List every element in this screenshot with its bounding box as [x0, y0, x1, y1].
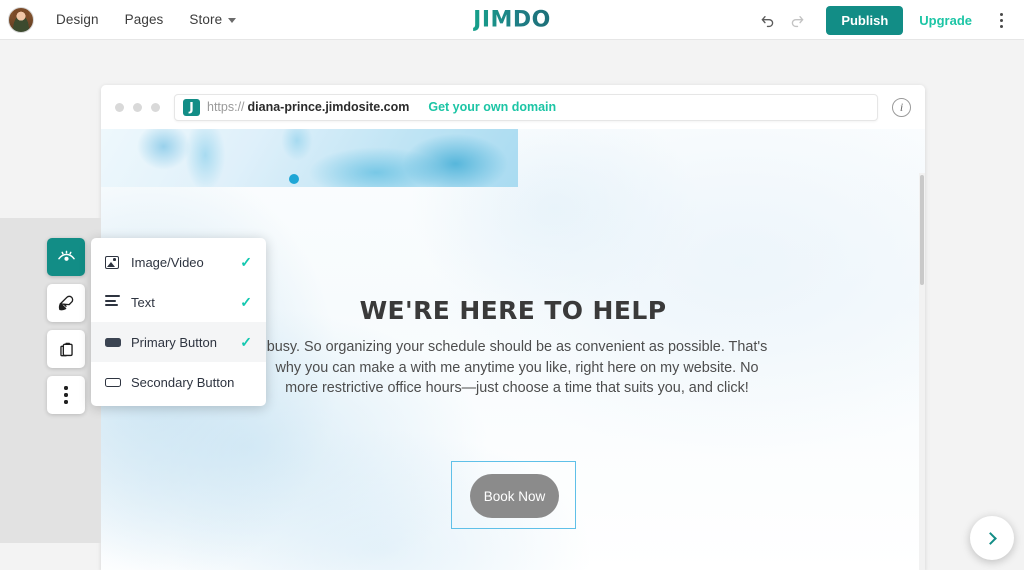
toolbar-button-more[interactable]	[47, 376, 85, 414]
dropdown-item-image-video-label: Image/Video	[131, 254, 204, 270]
dropdown-item-primary-button[interactable]: Primary Button ✓	[91, 322, 266, 362]
nav-item-store[interactable]: Store	[189, 12, 237, 27]
outlined-button-icon	[105, 377, 125, 387]
dropdown-item-image-video[interactable]: Image/Video ✓	[91, 242, 266, 282]
next-step-button[interactable]	[970, 516, 1014, 560]
jimdo-favicon-icon: J	[183, 98, 200, 116]
jimdo-editor-window: Design Pages Store JIMDO Publish Upgrade…	[0, 0, 1024, 570]
nav-item-design[interactable]: Design	[56, 12, 99, 27]
chevron-down-icon	[228, 18, 237, 23]
browser-address-bar: J https:// diana-prince.jimdosite.com Ge…	[101, 85, 925, 129]
url-bar[interactable]: J https:// diana-prince.jimdosite.com Ge…	[174, 93, 878, 121]
top-bar: Design Pages Store JIMDO Publish Upgrade	[0, 0, 1024, 40]
avatar[interactable]	[8, 6, 34, 33]
dropdown-item-secondary-button-label: Secondary Button	[131, 374, 235, 390]
eye-icon	[57, 250, 75, 261]
selected-element-outline: Book Now	[451, 461, 576, 529]
nav-item-store-label: Store	[189, 12, 223, 27]
redo-icon[interactable]	[782, 5, 812, 35]
dropdown-item-text[interactable]: Text ✓	[91, 282, 266, 322]
nav-item-pages[interactable]: Pages	[125, 12, 164, 27]
url-scheme: https://	[207, 100, 245, 114]
nav-item-design-label: Design	[56, 12, 99, 27]
body-paragraph: busy. So organizing your schedule should…	[266, 339, 768, 397]
check-icon: ✓	[240, 293, 252, 310]
publish-button[interactable]: Publish	[826, 5, 904, 35]
url-host: diana-prince.jimdosite.com	[247, 100, 410, 114]
upgrade-link[interactable]: Upgrade	[919, 13, 972, 28]
top-nav: Design Pages Store	[56, 12, 237, 27]
dropdown-item-primary-button-label: Primary Button	[131, 334, 217, 350]
top-bar-actions: Publish Upgrade	[752, 0, 1014, 40]
kebab-menu-icon[interactable]	[988, 12, 1014, 28]
toolbar-button-style[interactable]	[47, 284, 85, 322]
palette-icon	[58, 295, 73, 310]
text-lines-icon	[105, 295, 125, 308]
dropdown-item-text-label: Text	[131, 294, 155, 310]
jimdo-logo: JIMDO	[473, 7, 551, 32]
editor-canvas: J https:// diana-prince.jimdosite.com Ge…	[0, 40, 1024, 570]
window-dots	[115, 102, 160, 112]
info-icon[interactable]: i	[892, 97, 911, 117]
get-own-domain-link[interactable]: Get your own domain	[428, 100, 556, 114]
filled-button-icon	[105, 337, 125, 347]
check-icon: ✓	[240, 253, 252, 270]
nav-item-pages-label: Pages	[124, 12, 164, 27]
check-icon: ✓	[240, 333, 252, 350]
book-now-button[interactable]: Book Now	[470, 474, 559, 518]
toolbar-button-visibility[interactable]	[47, 238, 85, 276]
element-toolbar	[47, 238, 85, 422]
toolbar-button-duplicate[interactable]	[47, 330, 85, 368]
element-visibility-dropdown: Image/Video ✓ Text ✓ Primary Button ✓ Se…	[91, 238, 266, 406]
kebab-menu-icon	[64, 386, 68, 404]
clipboard-copy-icon	[59, 342, 73, 356]
dropdown-item-secondary-button[interactable]: Secondary Button	[91, 362, 266, 402]
chevron-right-icon	[984, 531, 997, 545]
image-icon	[105, 255, 125, 269]
undo-icon[interactable]	[752, 5, 782, 35]
page-scrollbar[interactable]	[919, 173, 925, 570]
